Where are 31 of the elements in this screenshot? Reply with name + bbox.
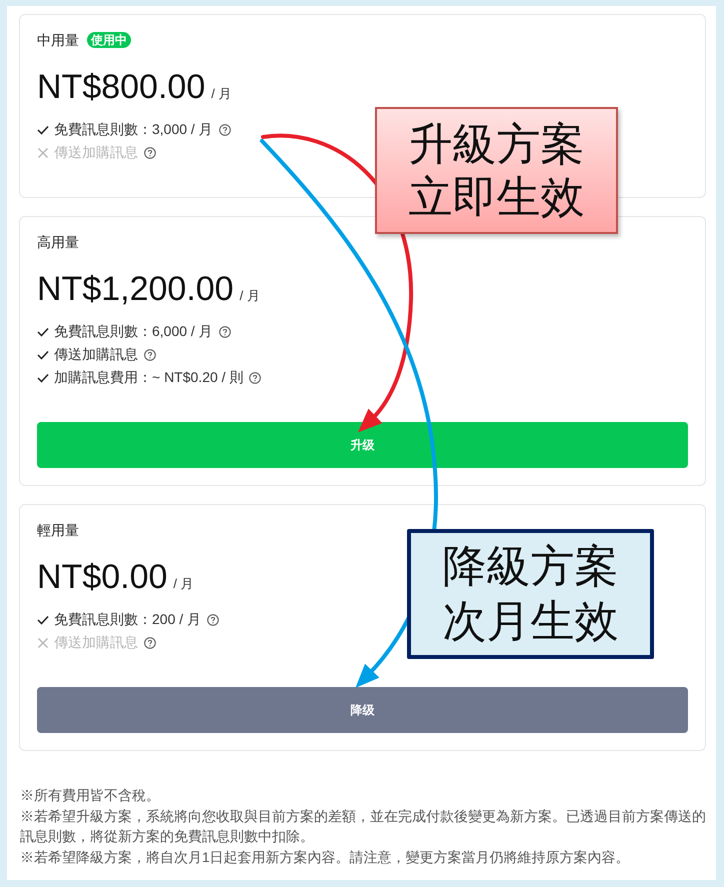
- feature-text: 傳送加購訊息: [54, 144, 138, 162]
- help-icon[interactable]: [218, 124, 231, 136]
- plan-title: 高用量: [37, 233, 79, 251]
- help-icon[interactable]: [218, 326, 231, 338]
- price-text: NT$1,200.00: [37, 269, 234, 309]
- feature-text: 傳送加購訊息: [54, 634, 138, 652]
- note-text: ※若希望降級方案，將自次月1日起套用新方案內容。請注意，變更方案當月仍將維持原方案內容。: [20, 848, 631, 866]
- help-icon[interactable]: [144, 146, 156, 158]
- plan-title: 輕用量: [37, 521, 79, 539]
- upgrade-button[interactable]: 升级: [37, 422, 688, 468]
- period-text: / 月: [173, 575, 194, 593]
- note-text: ※若希望升級方案，系統將向您收取與目前方案的差額，並在完成付款後變更為新方案。已透過目前方案傳送的訊息則數，將從新方案的免費訊息則數中扣除。: [20, 808, 706, 846]
- feature-text: 免費訊息則數：200 / 月: [54, 610, 202, 628]
- callout-label: 降級方案次月生效: [407, 529, 654, 659]
- feature-text: 免費訊息則數：6,000 / 月: [54, 322, 213, 340]
- plan-title: 中用量: [37, 31, 79, 49]
- feature-text: 免費訊息則數：3,000 / 月: [54, 120, 213, 138]
- note-text: ※所有費用皆不含稅。: [20, 787, 161, 805]
- help-icon[interactable]: [249, 372, 262, 384]
- help-icon[interactable]: [207, 614, 220, 626]
- period-text: / 月: [211, 85, 232, 103]
- status-badge: 使用中: [87, 32, 131, 48]
- price-text: NT$800.00: [37, 67, 206, 107]
- callout-label: 升級方案立即生效: [375, 107, 618, 234]
- help-icon[interactable]: [144, 348, 156, 360]
- period-text: / 月: [240, 287, 260, 305]
- feature-text: 加購訊息費用：~ NT$0.20 / 則: [54, 368, 244, 386]
- downgrade-button[interactable]: 降级: [37, 687, 688, 733]
- price-text: NT$0.00: [37, 557, 168, 597]
- feature-text: 傳送加購訊息: [54, 346, 138, 364]
- help-icon[interactable]: [144, 636, 156, 648]
